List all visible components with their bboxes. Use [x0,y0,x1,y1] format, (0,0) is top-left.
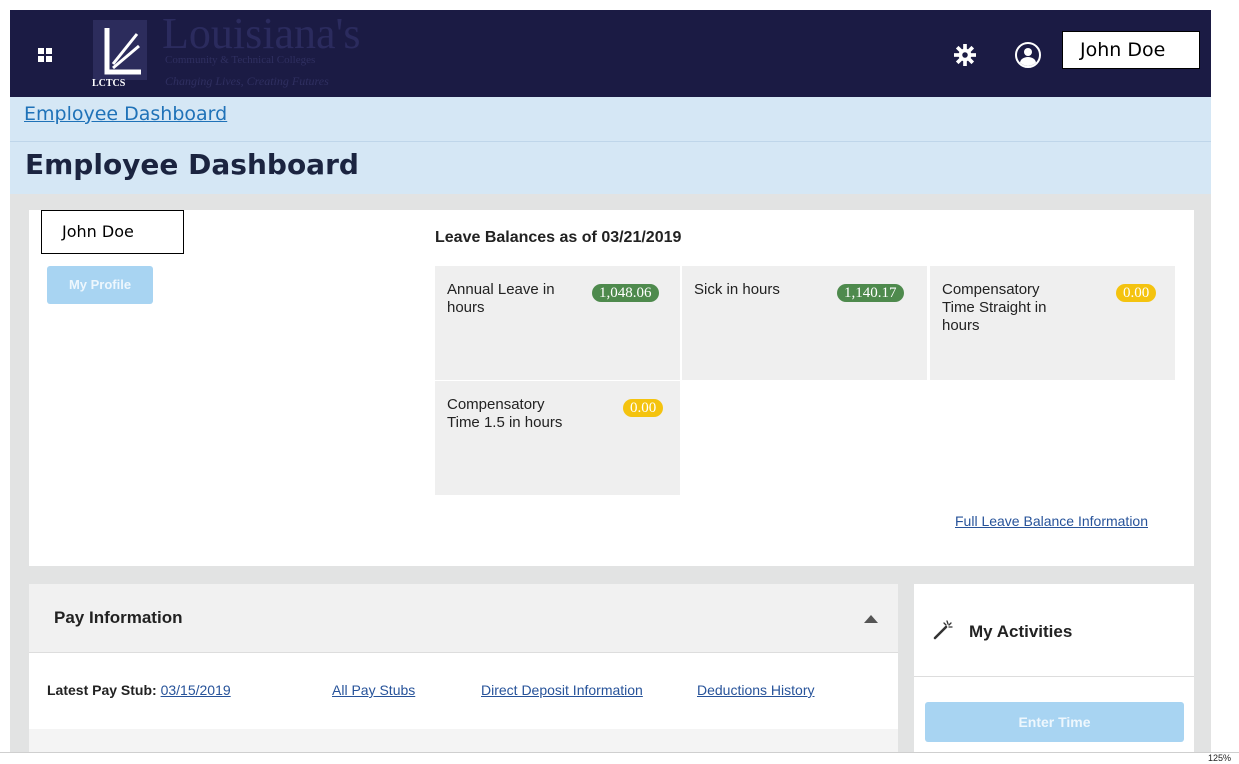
divider [914,676,1194,677]
logo-title: Louisiana's [162,9,361,58]
status-bar [0,752,1239,764]
pay-information-title: Pay Information [54,608,183,627]
my-activities-card: My Activities Enter Time [914,584,1194,754]
latest-pay-stub-date-link[interactable]: 03/15/2019 [161,682,231,698]
deductions-history-link[interactable]: Deductions History [697,682,815,698]
pay-information-header[interactable]: Pay Information [29,584,898,653]
leave-tile-label: Compensatory Time 1.5 in hours [447,396,563,431]
leave-tile-label: Sick in hours [694,281,780,298]
pay-information-card: Pay Information Latest Pay Stub: 03/15/2… [29,584,898,754]
page-title-bar: Employee Dashboard [10,142,1211,194]
enter-time-button[interactable]: Enter Time [925,702,1184,742]
my-activities-title: My Activities [969,622,1073,641]
breadcrumb: Employee Dashboard [10,97,1211,142]
lctcs-logo-icon [93,20,147,80]
pay-links-row: Latest Pay Stub: 03/15/2019 All Pay Stub… [29,653,898,729]
page-title: Employee Dashboard [25,148,359,181]
zoom-level[interactable]: 125% [1208,753,1231,763]
user-icon[interactable] [1015,42,1041,68]
profile-name: John Doe [41,210,184,254]
leave-balance-badge: 0.00 [623,399,664,417]
leave-balance-badge: 1,140.17 [837,284,904,302]
magic-wand-icon [933,620,953,640]
leave-tile-label: Compensatory Time Straight in hours [942,281,1047,334]
leave-balance-badge: 1,048.06 [592,284,659,302]
full-leave-balance-link[interactable]: Full Leave Balance Information [955,513,1148,529]
leave-tile-sick: Sick in hours 1,140.17 [682,266,927,380]
leave-balances-heading: Leave Balances as of 03/21/2019 [435,229,682,246]
breadcrumb-employee-dashboard-link[interactable]: Employee Dashboard [24,103,227,125]
latest-pay-stub-label: Latest Pay Stub: [47,682,157,698]
logo-subtitle: Community & Technical Colleges [165,54,316,66]
latest-pay-stub: Latest Pay Stub: 03/15/2019 [47,682,231,698]
top-header: LCTCS Louisiana's Community & Technical … [10,10,1211,97]
my-profile-button[interactable]: My Profile [47,266,153,304]
leave-tile-label: Annual Leave in hours [447,281,555,316]
logo-abbreviation: LCTCS [92,78,126,89]
all-pay-stubs-link[interactable]: All Pay Stubs [332,682,415,698]
leave-tile-annual: Annual Leave in hours 1,048.06 [435,266,680,380]
collapse-chevron-up-icon[interactable] [864,615,878,623]
header-user-name[interactable]: John Doe [1062,31,1200,69]
direct-deposit-link[interactable]: Direct Deposit Information [481,682,643,698]
logo-tagline: Changing Lives, Creating Futures [165,74,329,88]
leave-tile-comp-straight: Compensatory Time Straight in hours 0.00 [930,266,1175,380]
app-grid-icon[interactable] [38,48,52,62]
leave-balance-badge: 0.00 [1116,284,1157,302]
leave-tile-comp-1-5: Compensatory Time 1.5 in hours 0.00 [435,381,680,495]
gear-icon[interactable] [954,44,976,66]
